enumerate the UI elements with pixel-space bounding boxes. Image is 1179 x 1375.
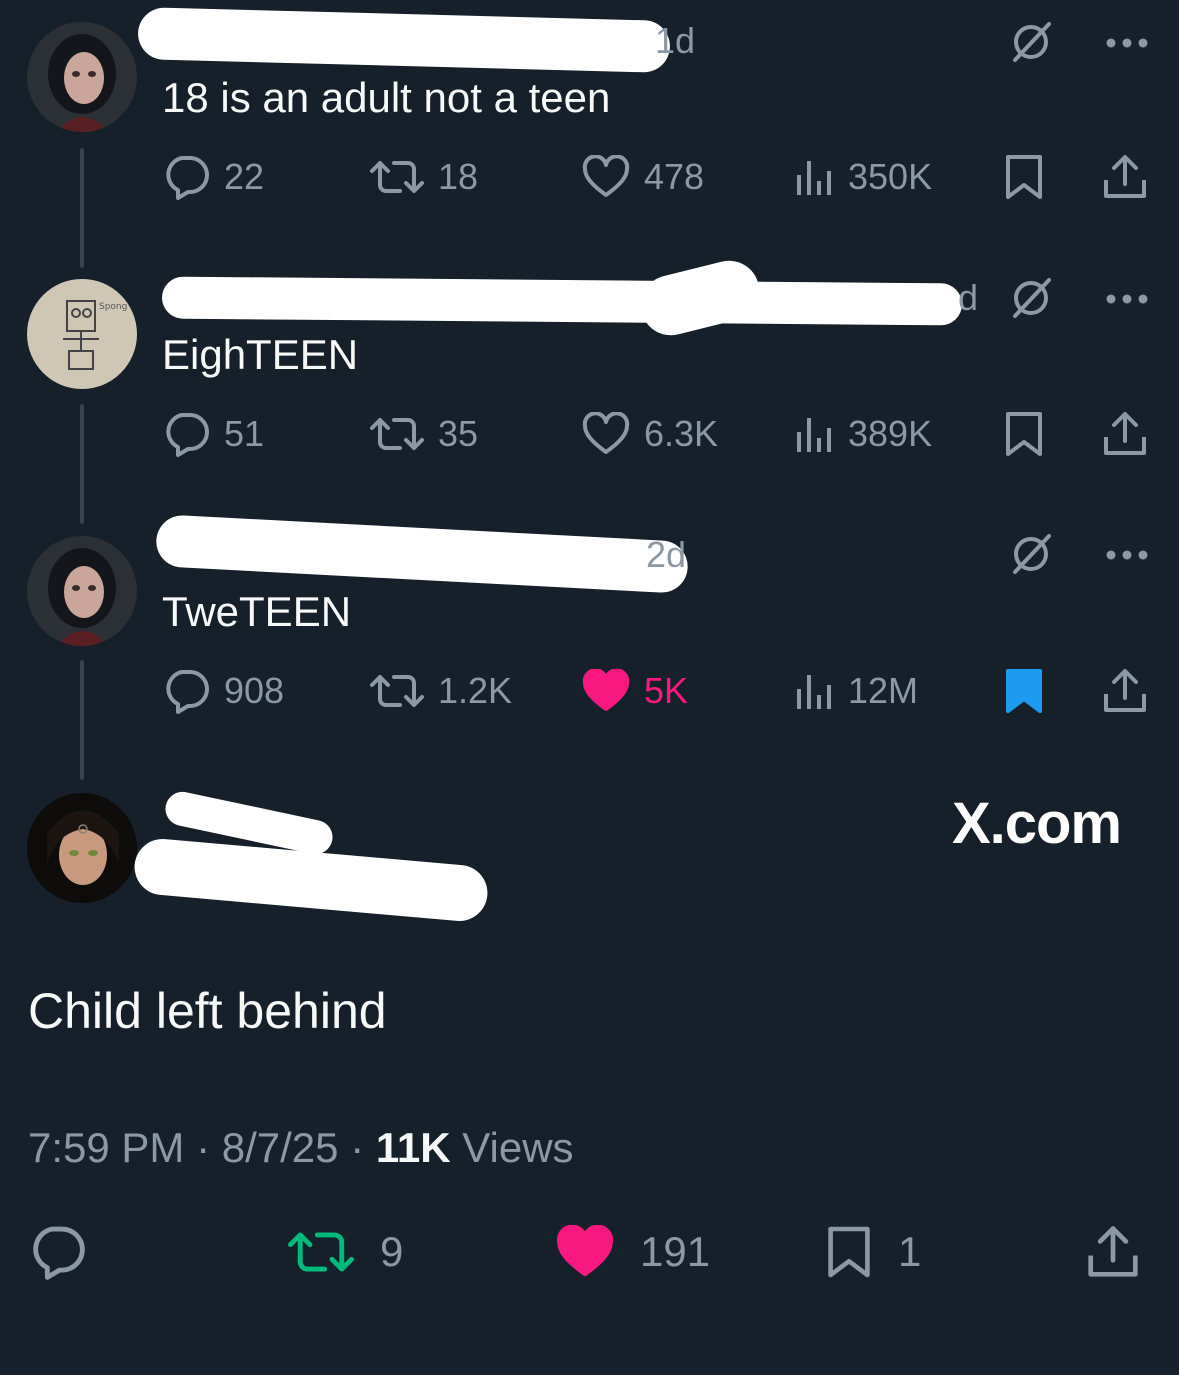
reply-button[interactable]: 51 [162, 409, 264, 459]
retweet-button[interactable]: 1.2K [370, 666, 512, 716]
tweet-time: 1d [655, 20, 696, 61]
views-button[interactable]: 389K [794, 409, 932, 459]
views-count: 11K [375, 1124, 451, 1171]
like-button[interactable]: 6.3K [582, 409, 718, 459]
bookmark-button[interactable]: 1 [826, 1220, 921, 1284]
reply-button[interactable]: 908 [162, 666, 284, 716]
thread-line [80, 660, 84, 780]
like-count: 191 [640, 1228, 711, 1275]
views-label: Views [462, 1124, 574, 1171]
tweet-time: d [958, 277, 979, 318]
bookmark-button[interactable] [1004, 409, 1044, 459]
like-count: 5K [644, 670, 689, 711]
more-icon[interactable] [1105, 36, 1149, 54]
tweet-text: EighTEEN [162, 331, 359, 378]
reply-button[interactable]: 22 [162, 152, 264, 202]
post-meta: 7:59 PM · 8/7/25 · 11K Views [28, 1124, 574, 1171]
bookmark-button[interactable] [1004, 666, 1044, 716]
redacted-author [161, 276, 963, 326]
views-button[interactable]: 350K [794, 152, 932, 202]
retweet-button[interactable]: 9 [288, 1220, 403, 1284]
more-icon[interactable] [1105, 548, 1149, 566]
retweet-button[interactable]: 18 [370, 152, 478, 202]
like-count: 478 [644, 156, 705, 197]
thread-line [80, 148, 84, 268]
reply-count: 908 [224, 670, 285, 711]
post-date[interactable]: 8/7/25 [222, 1124, 339, 1171]
retweet-count: 35 [438, 413, 479, 454]
more-icon[interactable] [1105, 292, 1149, 310]
bookmark-button[interactable] [1004, 152, 1044, 202]
like-button[interactable]: 478 [582, 152, 704, 202]
post-actions: 9 191 1 [0, 1220, 1179, 1284]
reply-count: 22 [224, 156, 265, 197]
svg-text:Spong: Spong [99, 302, 127, 312]
views-button[interactable]: 12M [794, 666, 918, 716]
share-button[interactable] [1086, 1220, 1140, 1284]
retweet-button[interactable]: 35 [370, 409, 478, 459]
redacted-author [155, 514, 689, 594]
share-button[interactable] [1102, 666, 1148, 716]
tweet-actions: 51 35 6.3K 389K [162, 409, 1149, 459]
retweet-count: 18 [438, 156, 479, 197]
share-button[interactable] [1102, 152, 1148, 202]
like-button[interactable]: 191 [556, 1220, 710, 1284]
tweet-time: 2d [646, 534, 687, 575]
redacted-author [137, 7, 671, 73]
post-text: Child left behind [28, 983, 387, 1039]
redacted-author [634, 254, 766, 342]
avatar[interactable] [27, 793, 137, 903]
views-count: 12M [848, 670, 919, 711]
retweet-count: 1.2K [438, 670, 513, 711]
views-count: 389K [848, 413, 933, 454]
avatar[interactable] [27, 22, 137, 132]
grok-icon[interactable] [1009, 532, 1053, 581]
post-time[interactable]: 7:59 PM [28, 1124, 184, 1171]
views-count: 350K [848, 156, 933, 197]
like-count: 6.3K [644, 413, 719, 454]
reply-button[interactable] [28, 1220, 86, 1284]
bookmark-count: 1 [898, 1228, 922, 1275]
grok-icon[interactable] [1009, 276, 1053, 325]
retweet-count: 9 [380, 1228, 404, 1275]
share-button[interactable] [1102, 409, 1148, 459]
tweet-actions: 22 18 478 350K [162, 152, 1149, 202]
tweet-text: TweTEEN [162, 588, 352, 635]
tweet-actions: 908 1.2K 5K 12M [162, 666, 1149, 716]
reply-count: 51 [224, 413, 265, 454]
grok-icon[interactable] [1009, 20, 1053, 69]
tweet-text: 18 is an adult not a teen [162, 74, 611, 121]
avatar[interactable] [27, 536, 137, 646]
avatar[interactable]: Spong [27, 279, 137, 389]
like-button[interactable]: 5K [582, 666, 688, 716]
watermark: X.com [951, 791, 1122, 856]
thread-line [80, 404, 84, 524]
